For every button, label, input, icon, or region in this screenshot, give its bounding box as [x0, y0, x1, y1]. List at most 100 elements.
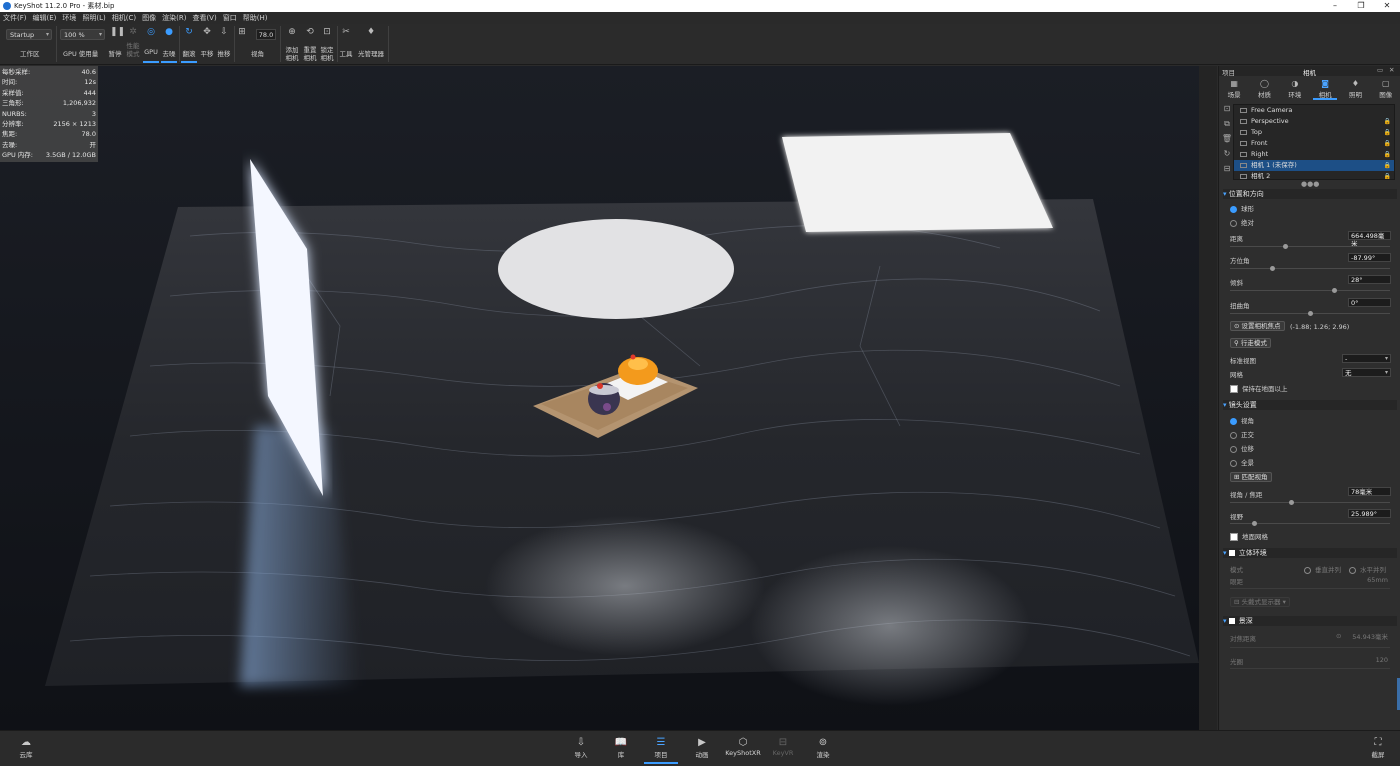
camera-list-item[interactable]: Free Camera [1234, 105, 1394, 116]
lock-icon[interactable]: 🔒 [1384, 149, 1391, 160]
camera-add-icon[interactable]: ⊡ [1221, 104, 1233, 119]
lock-icon[interactable]: 🔒 [1384, 160, 1391, 171]
camera-save-icon[interactable]: ⊟ [1221, 164, 1233, 179]
light-manager-button[interactable]: ♦ 光管理器 [356, 27, 386, 58]
render-viewport[interactable]: 每秒采样: 40.6 时间: 12s 采样值: 444 三角形: 1,206,932 NURBS… [0, 66, 1217, 730]
pan-button[interactable]: ✥ 平移 [199, 27, 215, 58]
menu-camera[interactable]: 相机(C) [112, 13, 136, 23]
camera-refresh-icon[interactable]: ↻ [1221, 149, 1233, 164]
keep-above-ground-checkbox[interactable]: 保持在地面以上 [1230, 383, 1288, 393]
incline-slider-knob[interactable] [1332, 288, 1338, 293]
aperture-input[interactable]: 120 [1348, 655, 1391, 664]
dolly-button[interactable]: ⇩ 推移 [216, 27, 232, 58]
dof-checkbox[interactable] [1228, 618, 1235, 624]
radio-spherical[interactable]: 球形 [1230, 203, 1254, 213]
hmd-button[interactable]: ⊟ 头戴式显示器 ▾ [1230, 597, 1290, 607]
lock-camera-button[interactable]: ⊡ 锁定 相机 [318, 27, 336, 62]
twist-slider-knob[interactable] [1307, 311, 1313, 316]
radio-absolute[interactable]: 绝对 [1230, 217, 1254, 227]
gpu-button[interactable]: ◎ GPU [143, 27, 159, 63]
focus-pick-icon[interactable]: ⊙ [1336, 632, 1341, 640]
distance-slider-knob[interactable] [1282, 244, 1288, 249]
render-scene[interactable] [0, 66, 1199, 730]
tools-button[interactable]: ✂ 工具 [338, 27, 354, 58]
screenshot-button[interactable]: ⛶ 截屏 [1361, 736, 1395, 759]
section-lens[interactable]: 镜头设置 [1223, 400, 1397, 410]
viewport-scrollbar[interactable] [1199, 66, 1217, 730]
lock-icon[interactable]: 🔒 [1384, 138, 1391, 149]
menu-view[interactable]: 查看(V) [192, 13, 216, 23]
radio-orthographic[interactable]: 正交 [1230, 429, 1254, 439]
tumble-button[interactable]: ↻ 翻滚 [181, 27, 197, 63]
close-panel-icon[interactable]: ✕ [1389, 66, 1394, 74]
field-of-view-input[interactable]: 25.989° [1348, 509, 1391, 518]
field-of-view-slider[interactable] [1230, 521, 1390, 526]
tab-lighting[interactable]: ♦ 照明 [1343, 78, 1367, 100]
fov-focal-slider[interactable] [1230, 500, 1390, 505]
camera-list-item[interactable]: Right 🔒 [1234, 149, 1394, 160]
section-position[interactable]: 位置和方向 [1223, 189, 1397, 199]
match-perspective-button[interactable]: ⊞ 匹配视角 [1230, 472, 1272, 482]
menu-image[interactable]: 图像 [142, 13, 156, 23]
minimize-button[interactable]: – [1322, 0, 1348, 12]
camera-list[interactable]: Free Camera Perspective 🔒 Top 🔒 Front 🔒 Right 🔒 相… [1233, 104, 1395, 180]
standard-view-select[interactable]: - [1342, 354, 1391, 363]
camera-list-item[interactable]: Front 🔒 [1234, 138, 1394, 149]
twist-input[interactable]: 0° [1348, 298, 1391, 307]
fov-focal-slider-knob[interactable] [1288, 500, 1294, 505]
undock-icon[interactable]: ▭ [1377, 66, 1383, 74]
radio-perspective[interactable]: 视角 [1230, 415, 1254, 425]
camera-list-item[interactable]: Perspective 🔒 [1234, 116, 1394, 127]
gpu-usage-select[interactable]: 100 % [60, 29, 105, 40]
walk-mode-button[interactable]: ⚲ 行走模式 [1230, 338, 1271, 348]
lock-icon[interactable]: 🔒 [1384, 171, 1391, 179]
radio-horizontal-parallel[interactable]: 水平并列 [1349, 564, 1386, 574]
camera-delete-icon[interactable]: 🗑 [1221, 134, 1233, 149]
menu-file[interactable]: 文件(F) [3, 13, 27, 23]
menu-environment[interactable]: 环境 [62, 13, 76, 23]
incline-slider[interactable] [1230, 288, 1390, 293]
reset-camera-button[interactable]: ⟲ 重置 相机 [301, 27, 319, 62]
camera-list-item[interactable]: 相机 2 🔒 [1234, 171, 1394, 179]
ground-grid-checkbox[interactable]: 地面网格 [1230, 531, 1268, 541]
tab-image[interactable]: ▢ 图像 [1374, 78, 1398, 100]
section-stereo[interactable]: 立体环境 [1223, 548, 1397, 558]
menu-help[interactable]: 帮助(H) [243, 13, 268, 23]
fov-input[interactable]: 78.0 [256, 29, 276, 40]
project-button[interactable]: ☰ 项目 [644, 736, 678, 764]
radio-shift[interactable]: 位移 [1230, 443, 1254, 453]
lock-icon[interactable]: 🔒 [1384, 116, 1391, 127]
distance-input[interactable]: 664.498毫米 [1348, 231, 1391, 248]
menu-render[interactable]: 渲染(R) [162, 13, 186, 23]
grid-select[interactable]: 无 [1342, 368, 1391, 377]
azimuth-slider-knob[interactable] [1270, 266, 1276, 271]
import-button[interactable]: ⇩ 导入 [564, 736, 598, 759]
focus-distance-slider[interactable] [1230, 647, 1390, 648]
maximize-button[interactable]: ❐ [1348, 0, 1374, 12]
eye-distance-input[interactable]: 65mm [1348, 575, 1391, 584]
distance-slider[interactable] [1230, 244, 1390, 249]
pause-button[interactable]: ❚❚ 暂停 [108, 27, 126, 58]
cloud-library-button[interactable]: ☁ 云库 [9, 736, 43, 759]
tab-material[interactable]: ◯ 材质 [1252, 78, 1276, 100]
performance-mode-button[interactable]: ✲ 性能 模式 [125, 27, 141, 58]
aperture-slider[interactable] [1230, 668, 1390, 669]
radio-panorama[interactable]: 全景 [1230, 457, 1254, 467]
twist-slider[interactable] [1230, 311, 1390, 316]
add-camera-button[interactable]: ⊕ 添加 相机 [283, 27, 301, 62]
denoise-button[interactable]: ● 去噪 [161, 27, 177, 63]
focus-distance-input[interactable]: 54.943毫米 [1348, 632, 1391, 641]
render-button[interactable]: ⊚ 渲染 [806, 736, 840, 759]
tab-environment[interactable]: ◑ 环境 [1283, 78, 1307, 100]
camera-list-item[interactable]: Top 🔒 [1234, 127, 1394, 138]
camera-list-item[interactable]: 相机 1 (未保存) 🔒 [1234, 160, 1394, 171]
menu-window[interactable]: 窗口 [223, 13, 237, 23]
camera-duplicate-icon[interactable]: ⧉ [1221, 119, 1233, 134]
library-button[interactable]: 📖 库 [604, 736, 638, 759]
set-camera-focus-button[interactable]: ⊙ 设置相机焦点 [1230, 321, 1285, 331]
tab-camera[interactable]: ◙ 相机 [1313, 78, 1338, 100]
menu-edit[interactable]: 编辑(E) [33, 13, 57, 23]
radio-vertical-parallel[interactable]: 垂直并列 [1304, 564, 1341, 574]
animation-button[interactable]: ▶ 动画 [685, 736, 719, 759]
lock-icon[interactable]: 🔒 [1384, 127, 1391, 138]
